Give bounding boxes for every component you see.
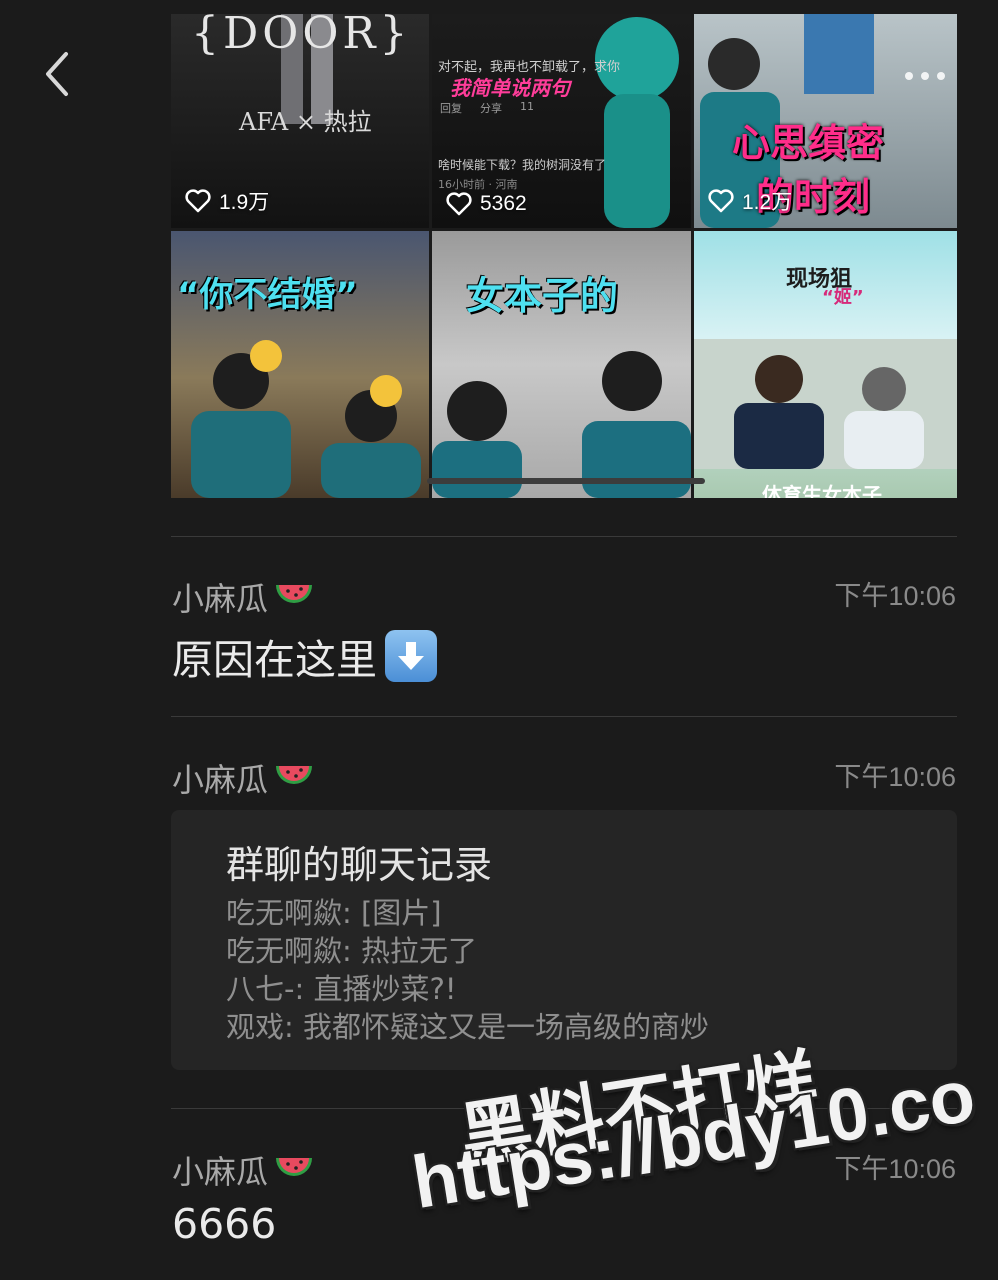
- chat-history-card[interactable]: 群聊的聊天记录 吃无啊歘: [图片] 吃无啊歘: 热拉无了 八七-: 直播炒菜?…: [171, 810, 957, 1070]
- video-tile[interactable]: 现场狙 “姬” 体育生女本子: [694, 231, 957, 498]
- comment-text: 啥时候能下载？我的树洞没有了: [438, 158, 607, 172]
- sender-label: 小麻瓜: [172, 580, 269, 618]
- like-count-label: 11: [520, 100, 534, 113]
- likes-count: 1.2万: [708, 186, 792, 216]
- video-overlay-subtitle: AFA × 热拉: [239, 108, 372, 136]
- people-illustration: [694, 339, 957, 469]
- mascot-illustration: [595, 17, 679, 228]
- video-tile[interactable]: 对不起，我再也不卸载了，求你 我简单说两句 回复 分享 11 啥时候能下载？我的…: [432, 14, 691, 228]
- video-tile[interactable]: 女本子的: [432, 231, 691, 498]
- horizontal-scrollbar[interactable]: [427, 478, 705, 484]
- chevron-left-icon: [46, 52, 68, 96]
- heart-icon: [446, 192, 472, 216]
- card-line: 吃无啊歘: [图片]: [226, 896, 442, 930]
- card-line: 八七-: 直播炒菜?!: [226, 972, 457, 1006]
- share-label: 分享: [480, 102, 502, 115]
- timestamp: 下午10:06: [834, 581, 956, 611]
- more-options-icon[interactable]: [905, 72, 945, 80]
- timestamp: 下午10:06: [834, 762, 956, 792]
- sender-name: 小麻瓜: [172, 755, 314, 801]
- card-line: 吃无啊歘: 热拉无了: [226, 934, 477, 968]
- watermelon-icon: [276, 585, 313, 603]
- likes-label: 1.2万: [742, 191, 793, 214]
- reply-label: 回复: [440, 102, 462, 115]
- sender-name: 小麻瓜: [172, 1147, 314, 1193]
- likes-label: 5362: [480, 192, 527, 215]
- likes-label: 1.9万: [219, 191, 270, 214]
- likes-count: 1.9万: [185, 186, 269, 216]
- message-text: 原因在这里: [172, 626, 437, 686]
- sender-label: 小麻瓜: [172, 761, 269, 799]
- watermelon-icon: [276, 1158, 313, 1176]
- video-overlay-title: 我简单说两句: [450, 76, 570, 100]
- video-overlay-title: “你不结婚”: [177, 275, 358, 315]
- watermelon-icon: [276, 766, 313, 784]
- video-overlay-subtitle: “姬”: [822, 287, 864, 308]
- message-text: 6666: [172, 1200, 276, 1248]
- message-label: 6666: [172, 1200, 277, 1248]
- down-arrow-icon: [385, 630, 437, 682]
- video-overlay-title: 心思缜密: [732, 121, 885, 165]
- message-label: 原因在这里: [172, 636, 377, 684]
- comment-meta: 16小时前 · 河南: [438, 178, 518, 191]
- back-button[interactable]: [36, 46, 84, 102]
- comment-actions: 回复 分享 11: [440, 100, 534, 116]
- heart-icon: [185, 189, 211, 213]
- likes-count: 5362: [446, 192, 527, 216]
- video-overlay-title: {DOOR}: [191, 14, 412, 59]
- divider: [171, 536, 957, 537]
- video-overlay-caption: 体育生女本子: [762, 483, 882, 498]
- video-tile[interactable]: “你不结婚”: [171, 231, 429, 498]
- divider: [171, 716, 957, 717]
- sender-label: 小麻瓜: [172, 1153, 269, 1191]
- video-overlay-title: 女本子的: [466, 274, 619, 318]
- video-tile[interactable]: {DOOR} AFA × 热拉 1.9万: [171, 14, 429, 228]
- heart-icon: [708, 189, 734, 213]
- card-preview: 吃无啊歘: [图片] 吃无啊歘: 热拉无了 八七-: 直播炒菜?! 观戏: 我都…: [226, 894, 709, 1046]
- video-tile[interactable]: 心思缜密 的时刻 1.2万: [694, 14, 957, 228]
- sender-name: 小麻瓜: [172, 574, 314, 620]
- card-line: 观戏: 我都怀疑这又是一场高级的商炒: [226, 1010, 709, 1044]
- video-grid: {DOOR} AFA × 热拉 1.9万 对不起，我再也不卸载了，求你 我简单说…: [171, 14, 957, 498]
- card-title: 群聊的聊天记录: [226, 843, 493, 887]
